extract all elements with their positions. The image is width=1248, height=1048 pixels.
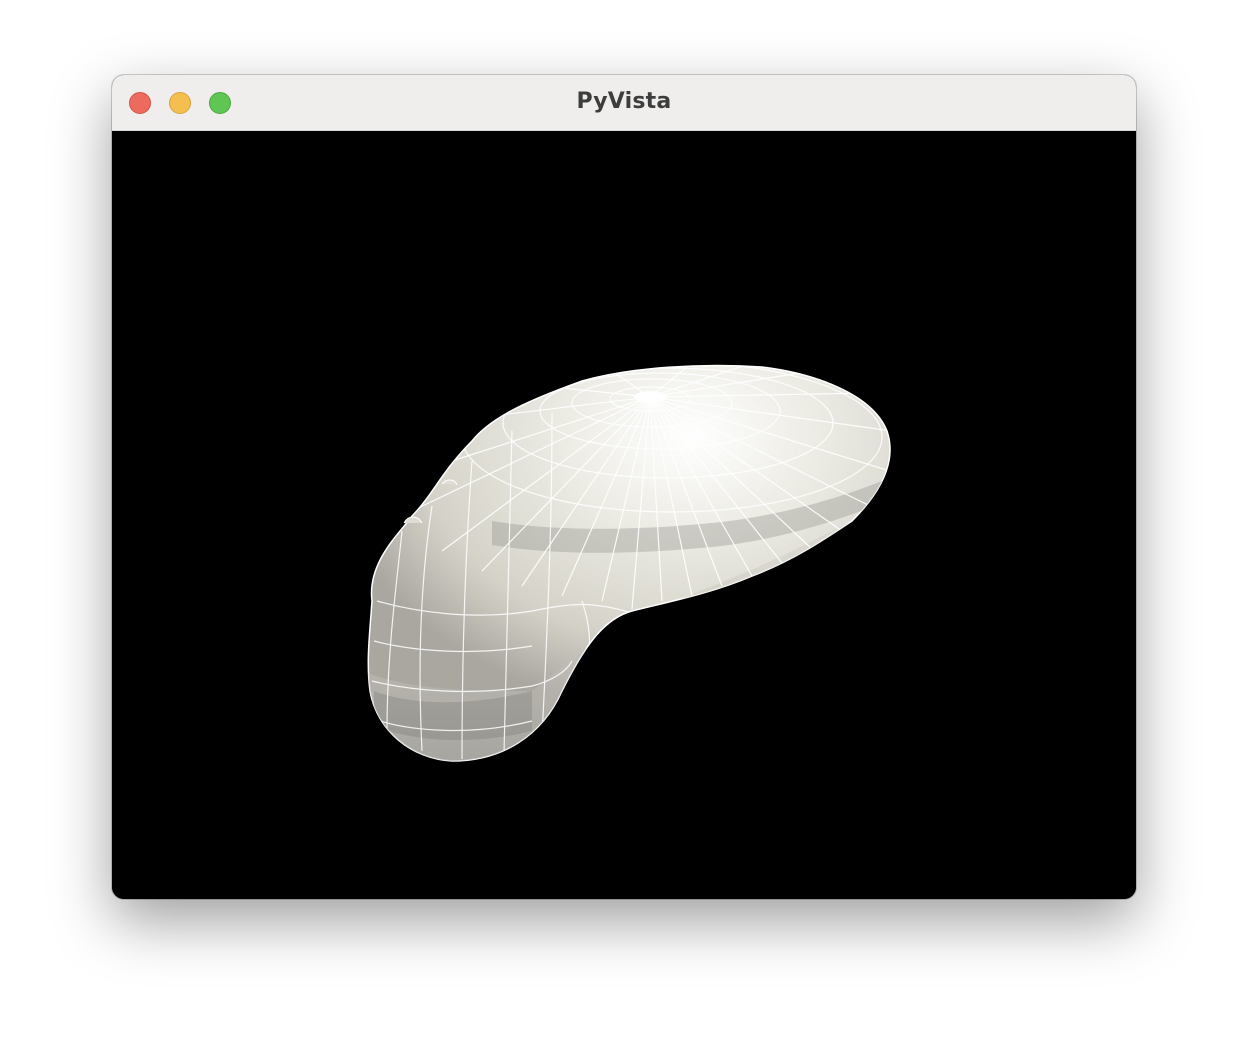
render-viewport[interactable] (112, 131, 1136, 899)
window-title: PyVista (576, 89, 672, 114)
titlebar[interactable]: PyVista (112, 75, 1136, 131)
app-window: PyVista (112, 75, 1136, 899)
scene-svg (352, 362, 912, 831)
asteroid-mesh[interactable] (352, 362, 912, 831)
